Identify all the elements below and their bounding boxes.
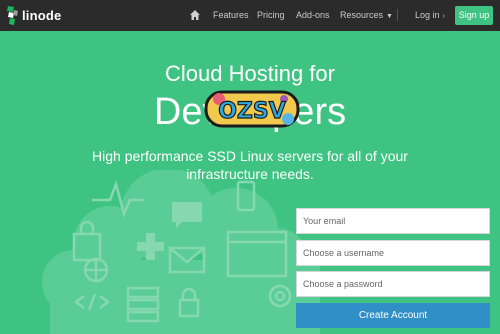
nav-link-resources[interactable]: Resources ▼ — [340, 9, 393, 23]
login-link[interactable]: Log in › — [415, 9, 445, 23]
home-icon[interactable] — [189, 9, 201, 21]
password-input[interactable] — [297, 272, 489, 296]
top-navbar: linode Features Pricing Add-ons Resource… — [0, 0, 500, 31]
login-label: Log in — [415, 10, 440, 20]
nav-divider — [397, 9, 398, 21]
email-field[interactable] — [296, 208, 490, 234]
nav-link-pricing[interactable]: Pricing — [257, 9, 285, 21]
cloud-illustration — [42, 170, 320, 334]
password-field[interactable] — [296, 271, 490, 297]
brand-name: linode — [22, 8, 62, 23]
sign-up-button[interactable]: Sign up — [455, 6, 493, 25]
caret-down-icon: ▼ — [386, 13, 393, 20]
username-input[interactable] — [297, 241, 489, 265]
sticker-text: OZSV — [218, 99, 286, 124]
create-account-button[interactable]: Create Account — [296, 303, 490, 328]
hero-title-line-1: Cloud Hosting for — [165, 61, 335, 86]
chevron-right-icon: › — [442, 13, 445, 20]
email-input[interactable] — [297, 209, 489, 233]
nav-link-resources-label: Resources — [340, 10, 384, 20]
nav-link-features[interactable]: Features — [213, 9, 249, 21]
logo[interactable]: linode — [7, 6, 61, 25]
username-field[interactable] — [296, 240, 490, 266]
linode-logo-icon — [7, 6, 18, 25]
hero-subtitle: High performance SSD Linux servers for a… — [92, 148, 408, 182]
graffiti-sticker: OZSV — [204, 90, 300, 128]
nav-link-add-ons[interactable]: Add-ons — [296, 9, 330, 21]
